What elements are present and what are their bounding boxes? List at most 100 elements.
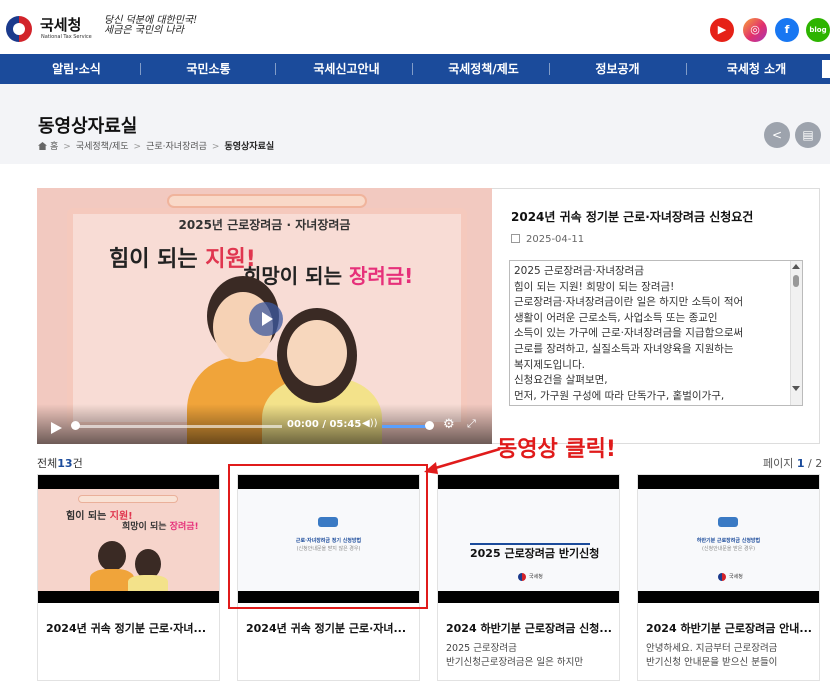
page-indicator: 페이지 1 / 2 (763, 455, 822, 471)
video-card[interactable]: 힘이 되는 지원! 희망이 되는 장려금! 2024년 귀속 정기분 근로·자녀… (37, 474, 220, 681)
home-icon[interactable] (38, 142, 47, 150)
play-icon[interactable] (51, 422, 62, 434)
total-unit: 건 (72, 457, 83, 470)
thumbnail-image: 하반기분 근로장려금 신청방법 (신청안내문을 받은 경우) 국세청 (638, 489, 819, 591)
print-icon[interactable]: ▤ (795, 122, 821, 148)
video-thumbnail[interactable]: 하반기분 근로장려금 신청방법 (신청안내문을 받은 경우) 국세청 (638, 475, 819, 603)
video-play-overlay-icon[interactable] (249, 302, 283, 336)
nav-divider (412, 63, 413, 75)
thumb-man-icon (98, 541, 126, 571)
thumb-headline-2-b: 장려금! (169, 522, 199, 532)
breadcrumb-separator: > (63, 142, 71, 152)
seek-knob[interactable] (71, 421, 80, 430)
nav-item-communication[interactable]: 국민소통 (140, 54, 277, 84)
volume-icon[interactable]: ◀)) (362, 418, 378, 429)
video-card-desc: 안녕하세요. 지금부터 근로장려금 반기신청 안내문을 받으신 분들이 (646, 643, 778, 668)
thumb-subtitle: (신청안내문을 받은 경우) (701, 546, 756, 552)
video-card-title[interactable]: 2024 하반기분 근로장려금 신청... (446, 620, 614, 636)
video-subtitle: 2025년 근로장려금 · 자녀장려금 (178, 218, 351, 232)
page-current: 1 (796, 457, 805, 470)
volume-slider[interactable] (382, 425, 426, 428)
nav-item-tax-policy[interactable]: 국세정책/제도 (415, 54, 552, 84)
featured-video-date: 2025-04-11 (511, 234, 584, 245)
thumbnail-image: 힘이 되는 지원! 희망이 되는 장려금! (38, 489, 219, 591)
nav-item-news[interactable]: 알림·소식 (8, 54, 145, 84)
video-card[interactable]: 하반기분 근로장려금 신청방법 (신청안내문을 받은 경우) 국세청 2024 … (637, 474, 820, 681)
settings-icon[interactable]: ⚙ (443, 417, 455, 432)
thumb-board-tab (78, 495, 178, 503)
nav-search-edge[interactable] (822, 60, 830, 78)
video-headline-1-a: 힘이 되는 (109, 247, 206, 272)
thumb-nts-logo-icon (718, 573, 726, 581)
scroll-up-icon[interactable] (792, 264, 800, 269)
featured-video-title: 2024년 귀속 정기분 근로·자녀장려금 신청요건 (511, 210, 754, 224)
woman-character-face (287, 320, 347, 386)
click-annotation: 동영상 클릭! (497, 437, 616, 462)
breadcrumb-separator: > (211, 142, 220, 152)
page-separator: / (804, 457, 816, 470)
breadcrumb: 홈 > 국세정책/제도 > 근로·자녀장려금 > 동영상자료실 (38, 139, 274, 152)
main-nav: 알림·소식 국민소통 국세신고안내 국세정책/제도 정보공개 국세청 소개 (0, 54, 830, 84)
nav-divider (275, 63, 276, 75)
instagram-icon[interactable]: ◎ (743, 18, 767, 42)
total-number: 13 (57, 457, 73, 470)
page-total: 2 (815, 457, 823, 470)
video-card-title[interactable]: 2024 하반기분 근로장려금 안내... (646, 620, 814, 636)
video-card-desc: 2025 근로장려금 반기신청근로장려금은 일은 하지만 (446, 643, 584, 668)
video-description-textarea[interactable]: 2025 근로장려금·자녀장려금 힘이 되는 지원! 희망이 되는 장려금! 근… (509, 260, 803, 406)
scroll-down-icon[interactable] (792, 386, 800, 391)
thumb-logo-text: 국세청 (529, 574, 543, 580)
thumb-headline-1-a: 힘이 되는 (66, 511, 110, 522)
total-count: 전체13건 (37, 455, 83, 471)
fullscreen-icon[interactable]: ⤢ (467, 417, 476, 431)
slogan: 당신 덕분에 대한민국! 세금은 국민의 나라 (104, 16, 197, 36)
volume-knob[interactable] (425, 421, 434, 430)
thumb-logo-text: 국세청 (729, 574, 743, 580)
video-headline-1: 힘이 되는 지원! (109, 241, 256, 273)
breadcrumb-current: 동영상자료실 (224, 142, 275, 152)
hometax-logo-icon (718, 517, 738, 527)
video-thumbnail[interactable]: 힘이 되는 지원! 희망이 되는 장려금! (38, 475, 219, 603)
thumb-headline-2: 희망이 되는 장려금! (122, 519, 199, 532)
thumb-woman-body (128, 575, 168, 591)
top-header: 국세청 National Tax Service 당신 덕분에 대한민국! 세금… (0, 0, 830, 54)
nav-item-disclosure[interactable]: 정보공개 (549, 54, 686, 84)
nav-divider (686, 63, 687, 75)
video-controls: 00:00 / 05:45 ◀)) ⚙ ⤢ (37, 404, 492, 444)
total-label: 전체 (37, 457, 58, 470)
video-card-desc (46, 642, 214, 672)
video-board-tab (167, 194, 367, 208)
breadcrumb-home[interactable]: 홈 (50, 142, 58, 152)
featured-date-value: 2025-04-11 (526, 234, 585, 245)
scroll-thumb[interactable] (793, 275, 799, 287)
thumbnail-image: 2025 근로장려금 반기신청 국세청 (438, 489, 619, 591)
nav-item-tax-filing[interactable]: 국세신고안내 (278, 54, 415, 84)
nts-logo-icon[interactable] (6, 16, 32, 42)
nav-item-about[interactable]: 국세청 소개 (688, 54, 825, 84)
logo-text[interactable]: 국세청 (40, 14, 81, 35)
video-card-title[interactable]: 2024년 귀속 정기분 근로·자녀... (246, 620, 414, 636)
facebook-icon[interactable]: f (775, 18, 799, 42)
video-card-title[interactable]: 2024년 귀속 정기분 근로·자녀... (46, 620, 214, 636)
highlight-box (228, 464, 428, 609)
thumb-nts-logo-icon (518, 573, 526, 581)
page-title: 동영상자료실 (38, 116, 138, 137)
seek-bar[interactable] (74, 425, 282, 428)
breadcrumb-tax-policy[interactable]: 국세정책/제도 (76, 142, 129, 152)
youtube-icon[interactable]: ▶ (710, 18, 734, 42)
logo-subtitle: National Tax Service (41, 34, 92, 40)
blog-icon[interactable]: blog (806, 18, 830, 42)
slogan-line-2: 세금은 국민의 나라 (104, 25, 184, 36)
video-thumbnail[interactable]: 2025 근로장려금 반기신청 국세청 (438, 475, 619, 603)
page-label: 페이지 (763, 457, 794, 470)
video-time: 00:00 / 05:45 (287, 419, 362, 430)
video-headline-2-b: 장려금! (348, 264, 414, 288)
share-icon[interactable]: < (764, 122, 790, 148)
video-headline-2: 희망이 되는 장려금! (243, 260, 413, 289)
video-card[interactable]: 2025 근로장려금 반기신청 국세청 2024 하반기분 근로장려금 신청..… (437, 474, 620, 681)
breadcrumb-separator: > (133, 142, 142, 152)
video-card-desc (246, 642, 414, 672)
breadcrumb-incentive[interactable]: 근로·자녀장려금 (146, 142, 207, 152)
thumb-title: 2025 근로장려금 반기신청 (470, 547, 600, 560)
thumb-title: 하반기분 근로장려금 신청방법 (696, 538, 761, 544)
